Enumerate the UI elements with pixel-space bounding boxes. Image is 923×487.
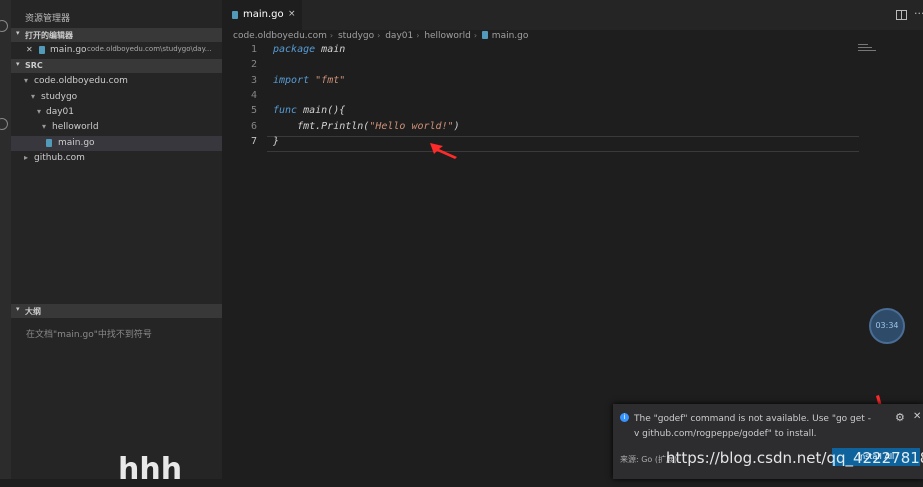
debug-icon[interactable]	[0, 118, 8, 130]
code-line: func main(){	[273, 105, 346, 116]
open-editor-item[interactable]: ✕ main.go code.oldboyedu.com\studygo\day…	[11, 43, 222, 58]
tree-item-helloworld[interactable]: ▾ helloworld	[11, 120, 222, 135]
tab-main-go[interactable]: main.go ×	[222, 0, 302, 30]
tree-item-studygo[interactable]: ▾ studygo	[11, 90, 222, 105]
breadcrumb-item[interactable]: helloworld	[424, 31, 471, 41]
line-number: 1	[250, 44, 257, 55]
open-editors-header[interactable]: ▾ 打开的编辑器	[11, 28, 222, 42]
more-actions-icon[interactable]: ···	[914, 7, 923, 20]
line-number: 6	[250, 121, 257, 132]
chevron-right-icon: ▸	[24, 153, 29, 162]
go-file-icon	[481, 31, 488, 39]
tree-item-code-oldboyedu[interactable]: ▾ code.oldboyedu.com	[11, 74, 222, 89]
explorer-sidebar: 资源管理器 ▾ 打开的编辑器 ✕ main.go code.oldboyedu.…	[11, 0, 222, 479]
open-editor-filename: main.go	[50, 45, 87, 55]
activity-bar	[0, 0, 11, 479]
tree-item-day01[interactable]: ▾ day01	[11, 105, 222, 120]
close-icon[interactable]: ×	[288, 9, 296, 19]
tree-item-github-com[interactable]: ▸ github.com	[11, 151, 222, 166]
tab-label: main.go	[243, 9, 284, 20]
chevron-down-icon: ▾	[16, 60, 20, 68]
code-line: }	[273, 136, 280, 147]
close-icon[interactable]: ✕	[26, 45, 33, 54]
editor-tab-bar: main.go × ···	[222, 0, 923, 30]
godef-notification: i The "godef" command is not available. …	[613, 404, 923, 479]
open-editor-path: code.oldboyedu.com\studygo\day...	[87, 45, 212, 53]
clock-badge: 03:34	[869, 308, 905, 344]
chevron-down-icon: ▾	[24, 76, 29, 85]
code-line: import "fmt"	[273, 75, 346, 86]
minimap[interactable]	[858, 44, 880, 64]
line-number: 3	[250, 75, 257, 86]
close-icon[interactable]: ✕	[913, 411, 921, 422]
chevron-down-icon: ▾	[42, 122, 47, 131]
tree-item-main-go[interactable]: main.go	[11, 136, 222, 151]
go-file-icon	[39, 46, 45, 54]
outline-empty-message: 在文档"main.go"中找不到符号	[26, 330, 152, 340]
line-number: 4	[250, 90, 257, 101]
current-line-highlight	[267, 136, 859, 152]
line-number: 5	[250, 105, 257, 116]
outline-header[interactable]: ▾ 大纲	[11, 304, 222, 318]
breadcrumb-item[interactable]: day01	[385, 31, 413, 41]
src-header[interactable]: ▾ SRC	[11, 59, 222, 73]
chevron-down-icon: ▾	[37, 107, 42, 116]
code-line: package main	[273, 44, 346, 55]
notification-message: The "godef" command is not available. Us…	[634, 414, 871, 439]
breadcrumb-item[interactable]: studygo	[338, 31, 374, 41]
chevron-down-icon: ▾	[16, 305, 20, 313]
code-line: fmt.Println("Hello world!")	[273, 121, 460, 132]
info-icon: i	[620, 413, 629, 422]
breadcrumb-item[interactable]: code.oldboyedu.com	[233, 31, 327, 41]
watermark-url: https://blog.csdn.net/qq_42227818	[666, 449, 923, 467]
explorer-title: 资源管理器	[25, 14, 71, 24]
line-number: 2	[250, 59, 257, 70]
split-editor-icon[interactable]	[896, 10, 907, 20]
chevron-down-icon: ▾	[16, 29, 20, 37]
annotation-arrow	[430, 143, 457, 159]
gear-icon[interactable]: ⚙	[895, 411, 905, 424]
go-file-icon	[232, 11, 238, 19]
breadcrumb-item[interactable]: main.go	[492, 31, 529, 41]
line-number: 7	[250, 136, 257, 147]
go-file-icon	[46, 139, 52, 147]
search-icon[interactable]	[0, 20, 8, 32]
chevron-down-icon: ▾	[31, 92, 36, 101]
watermark-text: hhh	[118, 452, 183, 487]
breadcrumb: code.oldboyedu.com › studygo › day01 › hell…	[233, 31, 529, 41]
